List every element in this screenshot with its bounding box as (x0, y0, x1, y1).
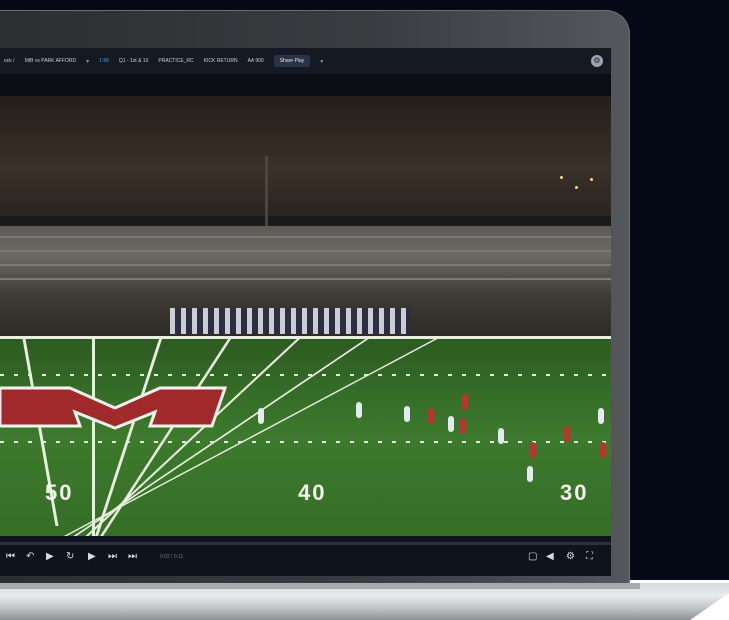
player (564, 426, 570, 442)
stadium-light (575, 186, 578, 189)
rewind-icon[interactable]: ↶ (26, 551, 34, 563)
previous-icon[interactable]: ⏮ (6, 551, 15, 563)
laptop-hinge (0, 583, 640, 589)
playback-controls: ⏮ ↶ ▶ ↻ ▶ ⏭ ⏭ 0:02 / 0:11 ▢ ◀ ⚙ ⛶ (0, 536, 611, 576)
night-sky (0, 96, 611, 216)
share-play-button[interactable]: Share Play (273, 55, 311, 67)
player (428, 408, 434, 424)
player (462, 394, 468, 410)
play-icon[interactable]: ▶ (46, 551, 54, 563)
more-dropdown[interactable]: ▾ (320, 58, 323, 65)
player (258, 408, 264, 424)
sideline (0, 336, 611, 339)
top-toolbar: ock / MIB vs PARK AFFORD ▾ 1:56 Q1 - 1st… (0, 48, 611, 74)
yard-number: 30 (560, 480, 589, 505)
yard-line (92, 336, 95, 536)
video-player[interactable]: M 50 40 30 (0, 96, 611, 536)
chevron-down-icon[interactable]: ▾ (86, 58, 89, 65)
filter-down[interactable]: Q1 - 1st & 10 (119, 58, 148, 64)
replay-icon[interactable]: ↻ (66, 551, 74, 563)
progress-bar[interactable] (0, 542, 611, 545)
timecode: 0:02 / 0:11 (160, 554, 184, 560)
volume-icon[interactable]: ◀ (546, 551, 554, 563)
skip-to-end-icon[interactable]: ⏭ (128, 551, 137, 563)
breadcrumb[interactable]: ock / (4, 58, 15, 64)
player (600, 442, 606, 458)
gear-icon[interactable]: ⚙ (591, 55, 603, 67)
grandstand (0, 226, 611, 296)
laptop-screen: ock / MIB vs PARK AFFORD ▾ 1:56 Q1 - 1st… (0, 48, 611, 576)
captions-icon[interactable]: ▢ (528, 551, 537, 563)
game-title-dropdown[interactable]: MIB vs PARK AFFORD (25, 58, 77, 64)
player (460, 418, 466, 434)
player (527, 466, 533, 482)
yard-number: 40 (298, 480, 327, 505)
stadium-light (560, 176, 563, 179)
player (498, 428, 504, 444)
player (530, 442, 536, 458)
filter-side[interactable]: KICK RETURN (204, 58, 238, 64)
settings-icon[interactable]: ⚙ (566, 551, 575, 563)
player (404, 406, 410, 422)
hash-marks (0, 374, 611, 376)
player (356, 402, 362, 418)
next-play-icon[interactable]: ▶ (88, 551, 96, 563)
player (448, 416, 454, 432)
hash-marks (0, 441, 611, 443)
skip-forward-icon[interactable]: ⏭ (108, 551, 117, 563)
filter-speed[interactable]: AA 900 (248, 58, 264, 64)
fullscreen-icon[interactable]: ⛶ (586, 551, 593, 563)
player (598, 408, 604, 424)
midfield-logo (0, 386, 228, 430)
filter-clip[interactable]: 1:56 (99, 58, 109, 64)
filter-type[interactable]: PRACTICE_RC (158, 58, 193, 64)
stadium-light (590, 178, 593, 181)
sideline-team (170, 308, 410, 334)
yard-number: 50 (45, 480, 74, 505)
